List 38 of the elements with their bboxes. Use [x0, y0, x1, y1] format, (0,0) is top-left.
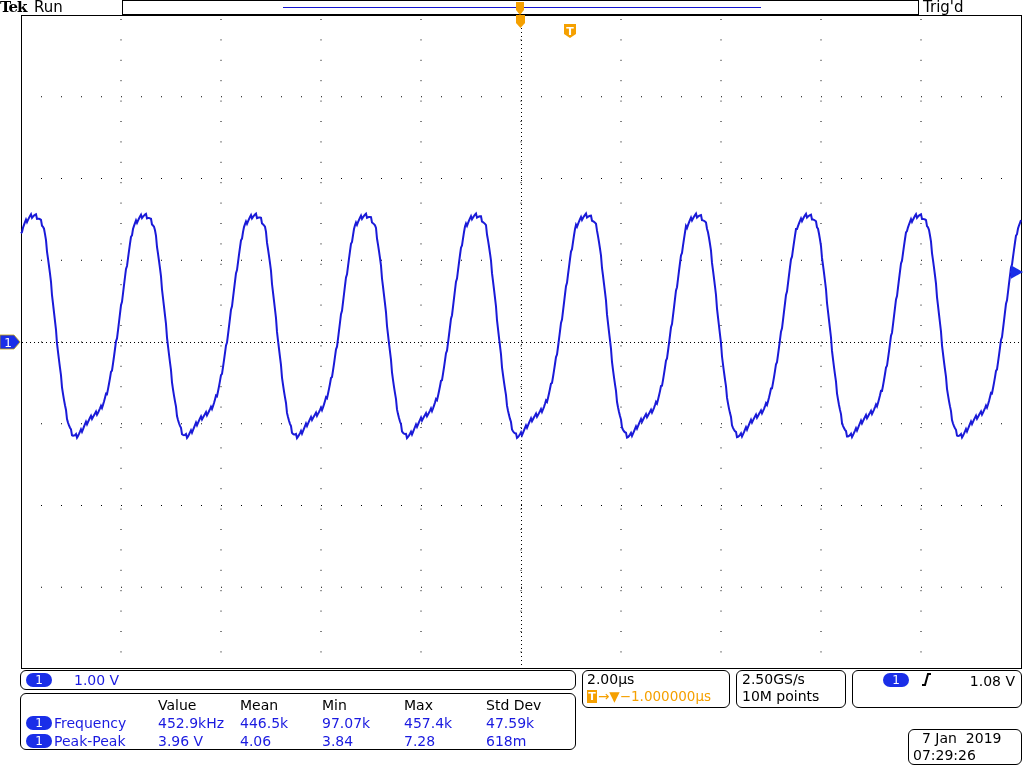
channel-badge: 1 — [26, 734, 52, 748]
brand-label: Tek — [0, 0, 29, 15]
run-status: Run — [34, 0, 64, 15]
horizontal-position: →▼−1.000000µs — [598, 688, 712, 705]
measurement-value: 452.9kHz — [157, 714, 226, 732]
measurement-value: 47.59k — [485, 714, 536, 732]
column-header: Value — [157, 696, 198, 714]
measurement-value: 446.5k — [239, 714, 290, 732]
trigger-position-icon — [516, 15, 525, 28]
trigger-level: 1.08 V — [969, 673, 1015, 690]
time-label: 07:29:26 — [913, 747, 977, 764]
date-label: 7 Jan 2019 — [921, 730, 1003, 747]
measurement-value: 4.06 — [239, 732, 273, 750]
trigger-status: Trig'd — [923, 0, 964, 15]
rising-edge-icon — [921, 673, 931, 686]
measurement-value: 3.84 — [321, 732, 355, 750]
measurement-value: 7.28 — [403, 732, 437, 750]
trigger-marker: T — [564, 24, 576, 38]
channel-badge: 1 — [26, 716, 52, 730]
measurement-name: Frequency — [53, 714, 128, 732]
trigger-badge: T — [587, 690, 597, 703]
measurement-value: 457.4k — [403, 714, 454, 732]
horizontal-scale: 2.00µs — [587, 671, 636, 688]
channel-marker[interactable]: 1 — [0, 334, 21, 350]
column-header: Std Dev — [485, 696, 543, 714]
channel-badge: 1 — [26, 673, 52, 687]
measurement-value: 618m — [485, 732, 528, 750]
measurement-value: 97.07k — [321, 714, 372, 732]
vertical-scale: 1.00 V — [74, 672, 120, 688]
column-header: Min — [321, 696, 348, 714]
measurement-name: Peak-Peak — [53, 732, 127, 750]
channel-badge: 1 — [883, 673, 909, 687]
sample-rate: 2.50GS/s — [742, 671, 806, 688]
trigger-level-icon — [1009, 265, 1022, 278]
column-header: Max — [403, 696, 434, 714]
measurement-value: 3.96 V — [157, 732, 205, 750]
record-length: 10M points — [742, 688, 821, 705]
column-header: Mean — [239, 696, 280, 714]
